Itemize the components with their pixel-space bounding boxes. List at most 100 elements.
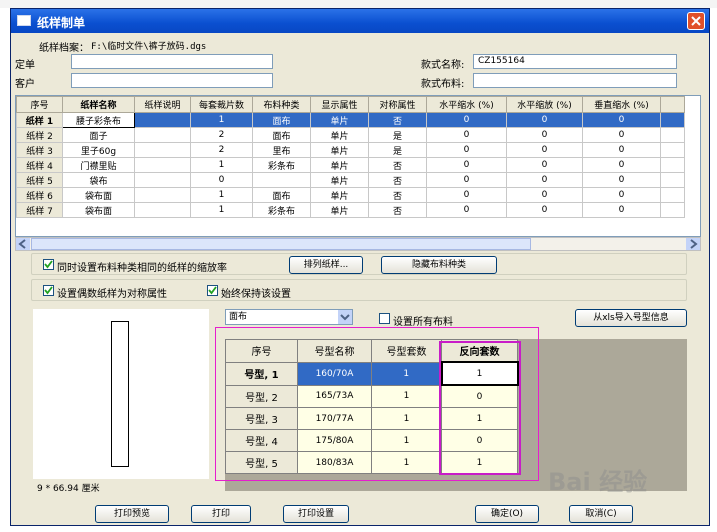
table-cell[interactable]: 0: [506, 202, 583, 218]
table-cell[interactable]: 0: [506, 112, 583, 128]
table-cell[interactable]: 是: [368, 142, 427, 158]
print-settings-button[interactable]: 打印设置: [283, 505, 349, 523]
style-fabric-input[interactable]: [473, 73, 677, 88]
table-cell[interactable]: 1: [190, 112, 253, 128]
table-row[interactable]: 纸样 4 门襟里贴 1 彩条布 单片 否 0 0 0: [16, 157, 685, 173]
column-header[interactable]: 纸样说明: [134, 96, 191, 113]
table-cell[interactable]: 单片: [310, 157, 369, 173]
customer-input[interactable]: [71, 73, 273, 88]
table-cell[interactable]: 2: [190, 127, 253, 143]
table-cell[interactable]: [134, 187, 191, 203]
table-cell[interactable]: 袋布面: [62, 202, 135, 218]
scroll-left-button[interactable]: [16, 238, 30, 250]
column-header[interactable]: 布料种类: [252, 96, 311, 113]
table-cell[interactable]: [134, 202, 191, 218]
ok-button[interactable]: 确定(O): [475, 505, 539, 523]
print-button[interactable]: 打印: [191, 505, 251, 523]
table-row[interactable]: 纸样 3 里子60g 2 里布 单片 是 0 0 0: [16, 142, 685, 158]
table-cell[interactable]: 0: [582, 187, 661, 203]
table-cell[interactable]: [134, 172, 191, 188]
table-cell[interactable]: 1: [190, 202, 253, 218]
table-cell[interactable]: [134, 157, 191, 173]
even-symmetric-checkbox[interactable]: [43, 285, 54, 296]
row-header[interactable]: 纸样 2: [16, 127, 63, 143]
arrange-pieces-button[interactable]: 排列纸样...: [289, 256, 363, 274]
table-row[interactable]: 纸样 5 袋布 0 单片 否 0 0 0: [16, 172, 685, 188]
row-header[interactable]: 纸样 4: [16, 157, 63, 173]
dropdown-button[interactable]: [338, 310, 352, 324]
table-cell[interactable]: [134, 127, 191, 143]
table-cell[interactable]: 0: [582, 142, 661, 158]
table-row[interactable]: 纸样 1 腰子彩条布 1 面布 单片 否 0 0 0: [16, 112, 685, 128]
row-header[interactable]: 纸样 1: [16, 112, 63, 128]
table-cell[interactable]: 0: [426, 172, 507, 188]
style-name-input[interactable]: CZ155164: [473, 54, 677, 69]
table-cell[interactable]: 否: [368, 157, 427, 173]
table-cell[interactable]: 否: [368, 202, 427, 218]
table-cell[interactable]: 彩条布: [252, 202, 311, 218]
table-cell[interactable]: 单片: [310, 202, 369, 218]
row-header[interactable]: 纸样 7: [16, 202, 63, 218]
table-cell[interactable]: 0: [426, 112, 507, 128]
table-cell[interactable]: [134, 142, 191, 158]
cancel-button[interactable]: 取消(C): [569, 505, 633, 523]
table-cell[interactable]: 面布: [252, 112, 311, 128]
table-cell[interactable]: 面子: [62, 127, 135, 143]
same-ratio-checkbox[interactable]: [43, 259, 54, 270]
table-cell[interactable]: 单片: [310, 142, 369, 158]
table-cell[interactable]: 袋布: [62, 172, 135, 188]
scroll-thumb[interactable]: [31, 238, 531, 250]
column-header[interactable]: 纸样名称: [62, 96, 135, 113]
table-cell[interactable]: 否: [368, 187, 427, 203]
column-header[interactable]: 水平缩放 (%): [506, 96, 583, 113]
table-cell[interactable]: 门襟里贴: [62, 157, 135, 173]
table-cell[interactable]: 0: [582, 202, 661, 218]
column-header[interactable]: 垂直缩水 (%): [582, 96, 661, 113]
table-cell[interactable]: 0: [506, 127, 583, 143]
table-cell[interactable]: 单片: [310, 112, 369, 128]
table-cell[interactable]: 0: [426, 202, 507, 218]
pattern-pieces-table[interactable]: 序号 纸样名称 纸样说明 每套裁片数 布料种类 显示属性 对称属性 水平缩水 (…: [15, 95, 701, 237]
all-fabric-checkbox[interactable]: [379, 313, 390, 324]
table-cell[interactable]: 0: [582, 112, 661, 128]
table-row[interactable]: 纸样 2 面子 2 面布 单片 是 0 0 0: [16, 127, 685, 143]
table-cell[interactable]: 0: [582, 172, 661, 188]
import-xls-button[interactable]: 从xls导入号型信息: [575, 309, 687, 327]
horizontal-scrollbar[interactable]: [15, 237, 701, 251]
column-header[interactable]: 显示属性: [310, 96, 369, 113]
keep-setting-checkbox[interactable]: [207, 285, 218, 296]
close-button[interactable]: [687, 12, 705, 30]
table-cell[interactable]: 0: [426, 187, 507, 203]
column-header[interactable]: 序号: [16, 96, 63, 113]
row-header[interactable]: 纸样 3: [16, 142, 63, 158]
fabric-select[interactable]: 面布: [225, 309, 353, 325]
table-cell[interactable]: [252, 172, 311, 188]
table-cell[interactable]: 面布: [252, 187, 311, 203]
table-cell[interactable]: 0: [426, 142, 507, 158]
table-cell[interactable]: 0: [506, 172, 583, 188]
table-cell[interactable]: 腰子彩条布: [62, 112, 135, 128]
table-cell[interactable]: 面布: [252, 127, 311, 143]
table-cell[interactable]: 1: [190, 187, 253, 203]
column-header[interactable]: 对称属性: [368, 96, 427, 113]
table-cell[interactable]: 是: [368, 127, 427, 143]
column-header[interactable]: 每套裁片数: [190, 96, 253, 113]
table-cell[interactable]: 0: [506, 142, 583, 158]
table-cell[interactable]: 彩条布: [252, 157, 311, 173]
table-cell[interactable]: 0: [582, 157, 661, 173]
table-cell[interactable]: 单片: [310, 187, 369, 203]
table-cell[interactable]: 0: [426, 157, 507, 173]
table-cell[interactable]: 单片: [310, 172, 369, 188]
table-row[interactable]: 纸样 6 袋布面 1 面布 单片 否 0 0 0: [16, 187, 685, 203]
scroll-right-button[interactable]: [686, 238, 700, 250]
table-cell[interactable]: 1: [190, 157, 253, 173]
table-cell[interactable]: 否: [368, 172, 427, 188]
row-header[interactable]: 纸样 5: [16, 172, 63, 188]
hide-fabric-button[interactable]: 隐藏布料种类: [381, 256, 497, 274]
table-cell[interactable]: 0: [582, 127, 661, 143]
row-header[interactable]: 纸样 6: [16, 187, 63, 203]
table-cell[interactable]: 否: [368, 112, 427, 128]
table-cell[interactable]: 单片: [310, 127, 369, 143]
table-cell[interactable]: 袋布面: [62, 187, 135, 203]
table-cell[interactable]: 0: [506, 157, 583, 173]
